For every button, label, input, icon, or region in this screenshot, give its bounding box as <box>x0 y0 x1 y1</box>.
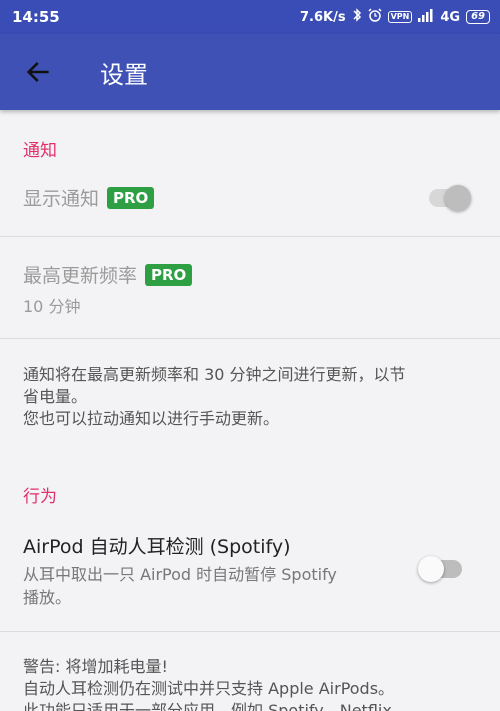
description-line: 通知将在最高更新频率和 30 分钟之间进行更新，以节 <box>23 365 406 384</box>
ear-detection-sub-line: 从耳中取出一只 AirPod 时自动暂停 Spotify <box>23 565 337 584</box>
warning-line: 警告: 将增加耗电量! <box>23 657 168 676</box>
status-icons: 7.6K/s VPN 4G 69 <box>300 8 490 26</box>
description-line: 您也可以拉动通知以进行手动更新。 <box>23 409 280 428</box>
show-notification-toggle[interactable] <box>429 185 471 211</box>
max-frequency-row[interactable]: 最高更新频率 PRO <box>23 261 193 288</box>
pro-badge: PRO <box>107 186 155 209</box>
divider <box>0 236 500 237</box>
ear-detection-toggle[interactable] <box>418 556 462 582</box>
network-type: 4G <box>440 9 461 25</box>
alarm-icon <box>368 8 382 26</box>
network-speed: 7.6K/s <box>300 9 346 25</box>
status-bar: 14:55 7.6K/s VPN 4G 69 <box>0 0 500 34</box>
page-title: 设置 <box>100 60 148 89</box>
ear-detection-label[interactable]: AirPod 自动人耳检测 (Spotify) <box>23 532 291 559</box>
back-arrow-icon[interactable] <box>24 58 52 86</box>
show-notification-row[interactable]: 显示通知 PRO <box>23 184 155 211</box>
warning-line: 此功能只适用于一部分应用，例如 Spotify、Netflix <box>23 701 392 711</box>
vpn-badge: VPN <box>387 11 413 23</box>
toggle-knob <box>418 556 444 582</box>
battery-indicator: 69 <box>466 10 490 24</box>
section-header-behavior: 行为 <box>23 487 57 507</box>
description-line: 省电量。 <box>23 387 88 406</box>
divider <box>0 631 500 632</box>
app-bar: 设置 <box>0 34 500 110</box>
bluetooth-icon <box>352 8 362 26</box>
warning-line: 自动人耳检测仍在测试中并只支持 Apple AirPods。 <box>23 679 395 698</box>
ear-detection-description: 从耳中取出一只 AirPod 时自动暂停 Spotify 播放。 <box>23 563 337 609</box>
warning-text: 警告: 将增加耗电量! 自动人耳检测仍在测试中并只支持 Apple AirPod… <box>23 656 483 711</box>
status-time: 14:55 <box>12 8 60 26</box>
signal-icon <box>418 8 434 26</box>
pro-badge: PRO <box>145 263 193 286</box>
divider <box>0 338 500 339</box>
max-frequency-label: 最高更新频率 <box>23 265 138 287</box>
ear-detection-sub-line: 播放。 <box>23 588 72 607</box>
show-notification-label: 显示通知 <box>23 188 100 210</box>
toggle-knob <box>445 185 471 211</box>
notification-description: 通知将在最高更新频率和 30 分钟之间进行更新，以节 省电量。 您也可以拉动通知… <box>23 364 483 430</box>
section-header-notifications: 通知 <box>23 141 57 161</box>
max-frequency-value: 10 分钟 <box>23 297 81 316</box>
